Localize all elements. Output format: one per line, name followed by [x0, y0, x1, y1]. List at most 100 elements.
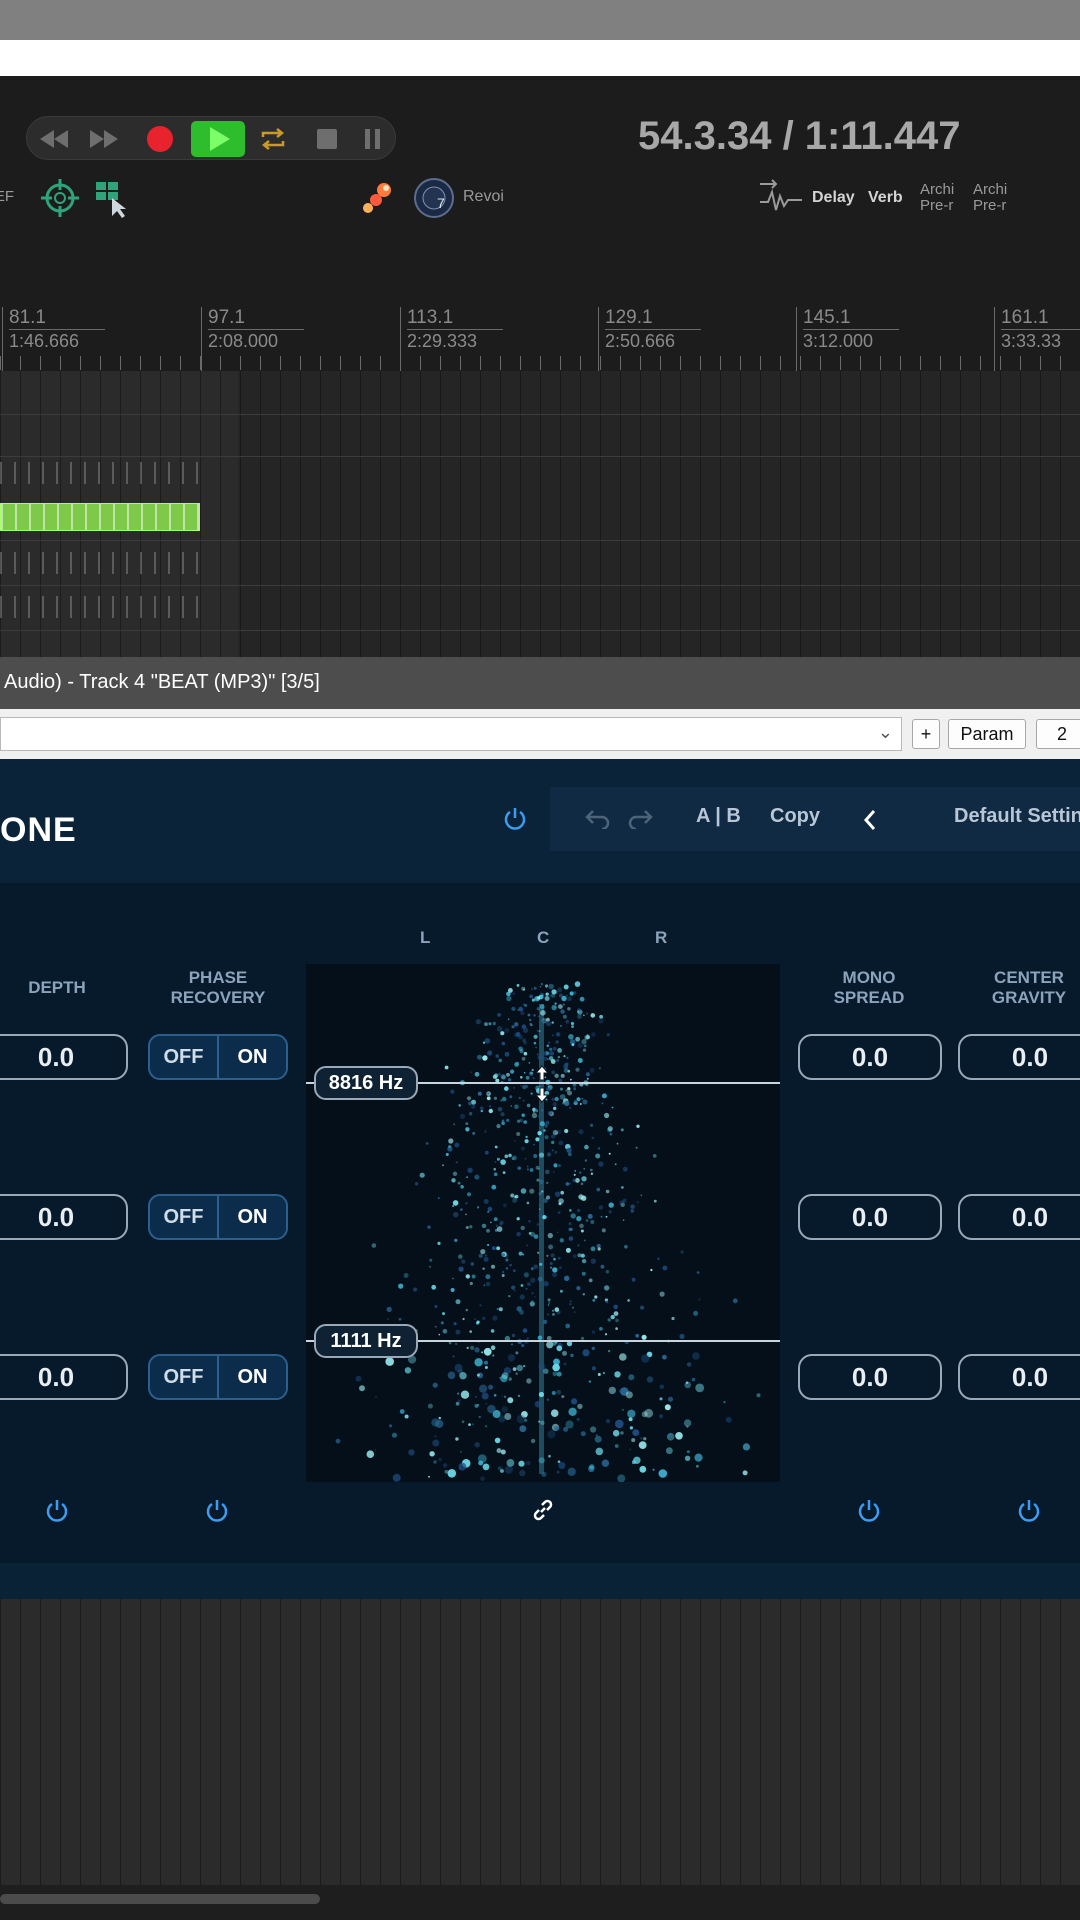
record-button[interactable]	[137, 117, 183, 161]
play-icon	[210, 127, 230, 151]
track-divider	[0, 630, 1080, 631]
waveform-icon	[760, 179, 802, 211]
depth-value-band-3[interactable]: 0.0	[0, 1354, 128, 1400]
fast-forward-button[interactable]	[87, 117, 121, 161]
ab-compare-button[interactable]: A | B	[696, 805, 741, 828]
window-top-bar	[0, 0, 1080, 40]
stop-button[interactable]	[307, 117, 347, 161]
plugin-brand: ONE	[0, 811, 77, 849]
svg-text:7: 7	[437, 195, 445, 211]
mono-spread-value-band-2[interactable]: 0.0	[798, 1194, 942, 1240]
phase-recovery-toggle-band-1[interactable]: OFF ON	[148, 1034, 288, 1080]
center-gravity-value-band-1[interactable]: 0.0	[958, 1034, 1080, 1080]
param-button[interactable]: Param	[948, 719, 1026, 749]
archi-prer-button-1[interactable]: Archi Pre-r	[920, 182, 954, 214]
crossover-low-label[interactable]: 1111 Hz	[314, 1324, 418, 1358]
center-gravity-power-icon[interactable]	[1016, 1497, 1042, 1523]
header-toolbar: A | B Copy Default Settin	[550, 787, 1080, 851]
fx-flame-button[interactable]	[356, 176, 400, 225]
center-gravity-value-band-3[interactable]: 0.0	[958, 1354, 1080, 1400]
transport-panel: 54.3.34 / 1:11.447 REF 7 Revoi Delay Ver…	[0, 76, 1080, 301]
mono-spread-value-band-3[interactable]: 0.0	[798, 1354, 942, 1400]
on-option[interactable]: ON	[219, 1356, 286, 1398]
phase-recovery-column-header: PHASE RECOVERY	[170, 968, 266, 1007]
resize-vertical-icon[interactable]	[532, 1064, 552, 1104]
revoice-button[interactable]: 7	[412, 176, 456, 225]
depth-value-band-2[interactable]: 0.0	[0, 1194, 128, 1240]
pause-icon	[365, 129, 380, 149]
loop-icon	[261, 128, 285, 150]
on-option[interactable]: ON	[219, 1036, 286, 1078]
revoice-knob-icon: 7	[414, 178, 454, 218]
on-option[interactable]: ON	[219, 1196, 286, 1238]
transport-bar	[26, 116, 396, 160]
track-area-lower[interactable]	[0, 1599, 1080, 1885]
plugin-window-title: Audio) - Track 4 "BEAT (MP3)" [3/5]	[0, 657, 1080, 709]
link-icon[interactable]	[530, 1497, 556, 1523]
depth-column-header: DEPTH	[28, 978, 86, 997]
audio-clip[interactable]	[0, 462, 200, 484]
audio-clip[interactable]	[0, 596, 200, 618]
window-menu-strip	[0, 40, 1080, 76]
archi-prer-button-2[interactable]: Archi Pre-r	[973, 182, 1007, 214]
phase-recovery-toggle-band-2[interactable]: OFF ON	[148, 1194, 288, 1240]
stereo-scope[interactable]: 8816 Hz 1111 Hz	[306, 964, 780, 1482]
center-gravity-column-header: CENTER GRAVITY	[991, 968, 1067, 1007]
scope-center-label: C	[537, 928, 550, 947]
off-option[interactable]: OFF	[150, 1196, 217, 1238]
plugin-param-row: ⌄ + Param 2	[0, 709, 1080, 759]
pause-button[interactable]	[353, 117, 393, 161]
flame-icon	[363, 183, 391, 213]
chevron-left-icon[interactable]	[862, 809, 878, 831]
depth-power-icon[interactable]	[44, 1497, 70, 1523]
rewind-button[interactable]	[37, 117, 71, 161]
scope-particles	[335, 981, 761, 1482]
timecode-display[interactable]: 54.3.34 / 1:11.447	[638, 114, 961, 159]
play-button[interactable]	[191, 121, 245, 157]
waveform-fx-button[interactable]	[758, 176, 804, 221]
preset-name[interactable]: Default Settin	[954, 805, 1080, 828]
ruler-ticks	[0, 356, 1080, 370]
audio-clip[interactable]	[0, 552, 200, 574]
add-button[interactable]: +	[912, 719, 940, 749]
depth-value-band-1[interactable]: 0.0	[0, 1034, 128, 1080]
redo-icon[interactable]	[626, 807, 654, 829]
copy-button[interactable]: Copy	[770, 805, 820, 828]
stop-icon	[317, 129, 337, 149]
scope-left-label: L	[420, 928, 431, 947]
fast-forward-icon	[90, 130, 118, 148]
off-option[interactable]: OFF	[150, 1356, 217, 1398]
undo-icon[interactable]	[584, 807, 612, 829]
rewind-icon	[40, 130, 68, 148]
revoice-label: Revoi	[463, 188, 504, 205]
param-number-field[interactable]: 2	[1036, 719, 1080, 749]
mono-spread-column-header: MONO SPREAD	[833, 968, 905, 1007]
crossover-high-label[interactable]: 8816 Hz	[314, 1066, 418, 1100]
grid-cursor-icon	[96, 182, 126, 218]
phase-recovery-power-icon[interactable]	[204, 1497, 230, 1523]
mono-spread-power-icon[interactable]	[856, 1497, 882, 1523]
track-divider	[0, 456, 1080, 457]
scope-right-label: R	[655, 928, 668, 947]
track-divider	[0, 540, 1080, 541]
mono-spread-value-band-1[interactable]: 0.0	[798, 1034, 942, 1080]
global-power-icon[interactable]	[502, 805, 528, 831]
chevron-down-icon: ⌄	[877, 722, 893, 742]
loop-button[interactable]	[253, 117, 293, 161]
preset-combo[interactable]: ⌄	[0, 717, 902, 751]
off-option[interactable]: OFF	[150, 1036, 217, 1078]
center-gravity-value-band-2[interactable]: 0.0	[958, 1194, 1080, 1240]
phase-recovery-toggle-band-3[interactable]: OFF ON	[148, 1354, 288, 1400]
audio-clip-selected[interactable]	[0, 503, 200, 531]
delay-fx-button[interactable]: Delay	[812, 189, 855, 207]
plugin-header: ONE A | B Copy Default Settin	[0, 759, 1080, 883]
verb-fx-button[interactable]: Verb	[868, 189, 903, 207]
ref-label: REF	[0, 188, 14, 205]
horizontal-scrollbar[interactable]	[0, 1894, 320, 1904]
crosshair-target-button[interactable]	[38, 176, 82, 225]
track-divider	[0, 585, 1080, 586]
grid-select-button[interactable]	[92, 176, 132, 225]
crosshair-icon	[41, 179, 79, 217]
screen: 54.3.34 / 1:11.447 REF 7 Revoi Delay Ver…	[0, 0, 1080, 1920]
record-icon	[147, 126, 173, 152]
